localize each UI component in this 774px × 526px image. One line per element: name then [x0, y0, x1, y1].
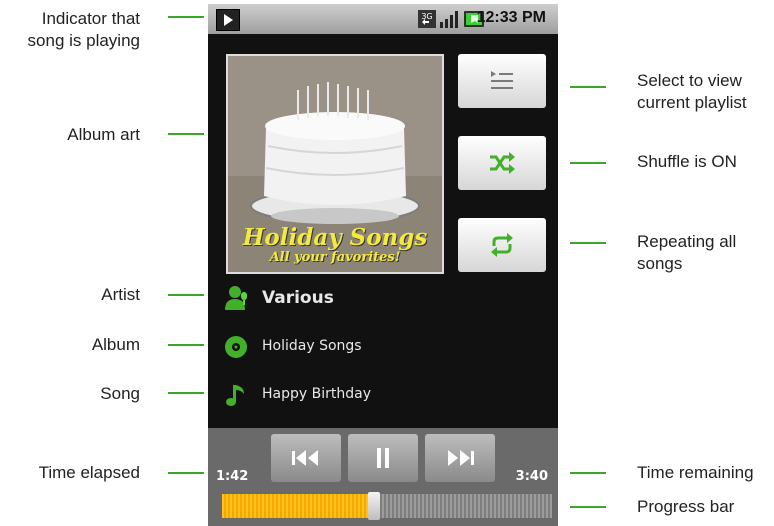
playlist-icon [491, 71, 513, 89]
status-bar: 3G 12:33 PM [208, 4, 558, 34]
album-art-subtitle: All your favorites! [269, 250, 401, 265]
play-indicator-icon [216, 9, 240, 31]
time-elapsed: 1:42 [216, 469, 249, 484]
next-button[interactable] [425, 434, 495, 482]
callout-repeat-line-2: songs [637, 254, 683, 273]
callout-shuffle: Shuffle is ON [637, 152, 737, 171]
callout-time-remaining: Time remaining [637, 463, 754, 482]
shuffle-icon [490, 152, 515, 174]
callout-song: Song [100, 384, 140, 403]
album-art-title: Holiday Songs [242, 224, 428, 251]
callout-playlist-line-2: current playlist [637, 93, 747, 112]
leader-song [168, 392, 204, 394]
repeat-icon [491, 233, 513, 257]
leader-playlist [570, 86, 606, 88]
callout-album: Album [91, 335, 140, 354]
time-remaining: 3:40 [515, 469, 548, 484]
status-clock: 12:33 PM [476, 9, 546, 26]
leader-album [168, 344, 204, 346]
artist-name: Various [262, 288, 334, 308]
album-name: Holiday Songs [262, 338, 362, 354]
leader-progress-bar [570, 506, 606, 508]
next-icon [448, 450, 474, 466]
album-icon [225, 336, 247, 358]
progress-bar[interactable] [222, 492, 552, 520]
callout-playlist: Select to view current playlist [637, 70, 774, 114]
leader-shuffle [570, 162, 606, 164]
leader-playing-indicator [168, 16, 204, 18]
callout-artist: Artist [101, 285, 140, 304]
callout-playing-indicator: Indicator that song is playing [0, 8, 140, 52]
callout-album-art: Album art [67, 125, 140, 144]
callout-time-elapsed: Time elapsed [38, 463, 140, 482]
callout-playlist-line-1: Select to view [637, 71, 742, 90]
network-label: 3G [421, 12, 432, 21]
callout-repeat-line-1: Repeating all [637, 232, 737, 251]
progress-fill [222, 494, 374, 518]
song-icon [226, 385, 244, 406]
callout-playing-indicator-line-2: song is playing [27, 31, 140, 50]
pause-icon [377, 448, 389, 468]
previous-button[interactable] [271, 434, 341, 482]
artist-icon [225, 286, 247, 310]
repeat-button[interactable] [458, 218, 546, 272]
signal-icon [440, 11, 458, 28]
leader-time-elapsed [168, 472, 204, 474]
leader-artist [168, 294, 204, 296]
album-art[interactable]: Holiday Songs All your favorites! [226, 54, 444, 274]
shuffle-button[interactable] [458, 136, 546, 190]
pause-button[interactable] [348, 434, 418, 482]
callout-playing-indicator-line-1: Indicator that [41, 9, 140, 28]
now-playing-panel: Holiday Songs All your favorites! Variou… [208, 34, 558, 428]
music-player-screen: 3G 12:33 PM Holiday Songs All your favor… [208, 4, 558, 526]
leader-repeat [570, 242, 606, 244]
3g-icon: 3G [418, 10, 436, 28]
previous-icon [292, 450, 318, 466]
leader-time-remaining [570, 472, 606, 474]
callout-progress-bar: Progress bar [637, 497, 735, 516]
transport-controls: 1:42 3:40 [208, 428, 558, 526]
song-name: Happy Birthday [262, 386, 371, 402]
leader-album-art [168, 133, 204, 135]
callout-repeat: Repeating all songs [637, 231, 774, 275]
progress-thumb[interactable] [367, 492, 380, 520]
playlist-button[interactable] [458, 54, 546, 108]
